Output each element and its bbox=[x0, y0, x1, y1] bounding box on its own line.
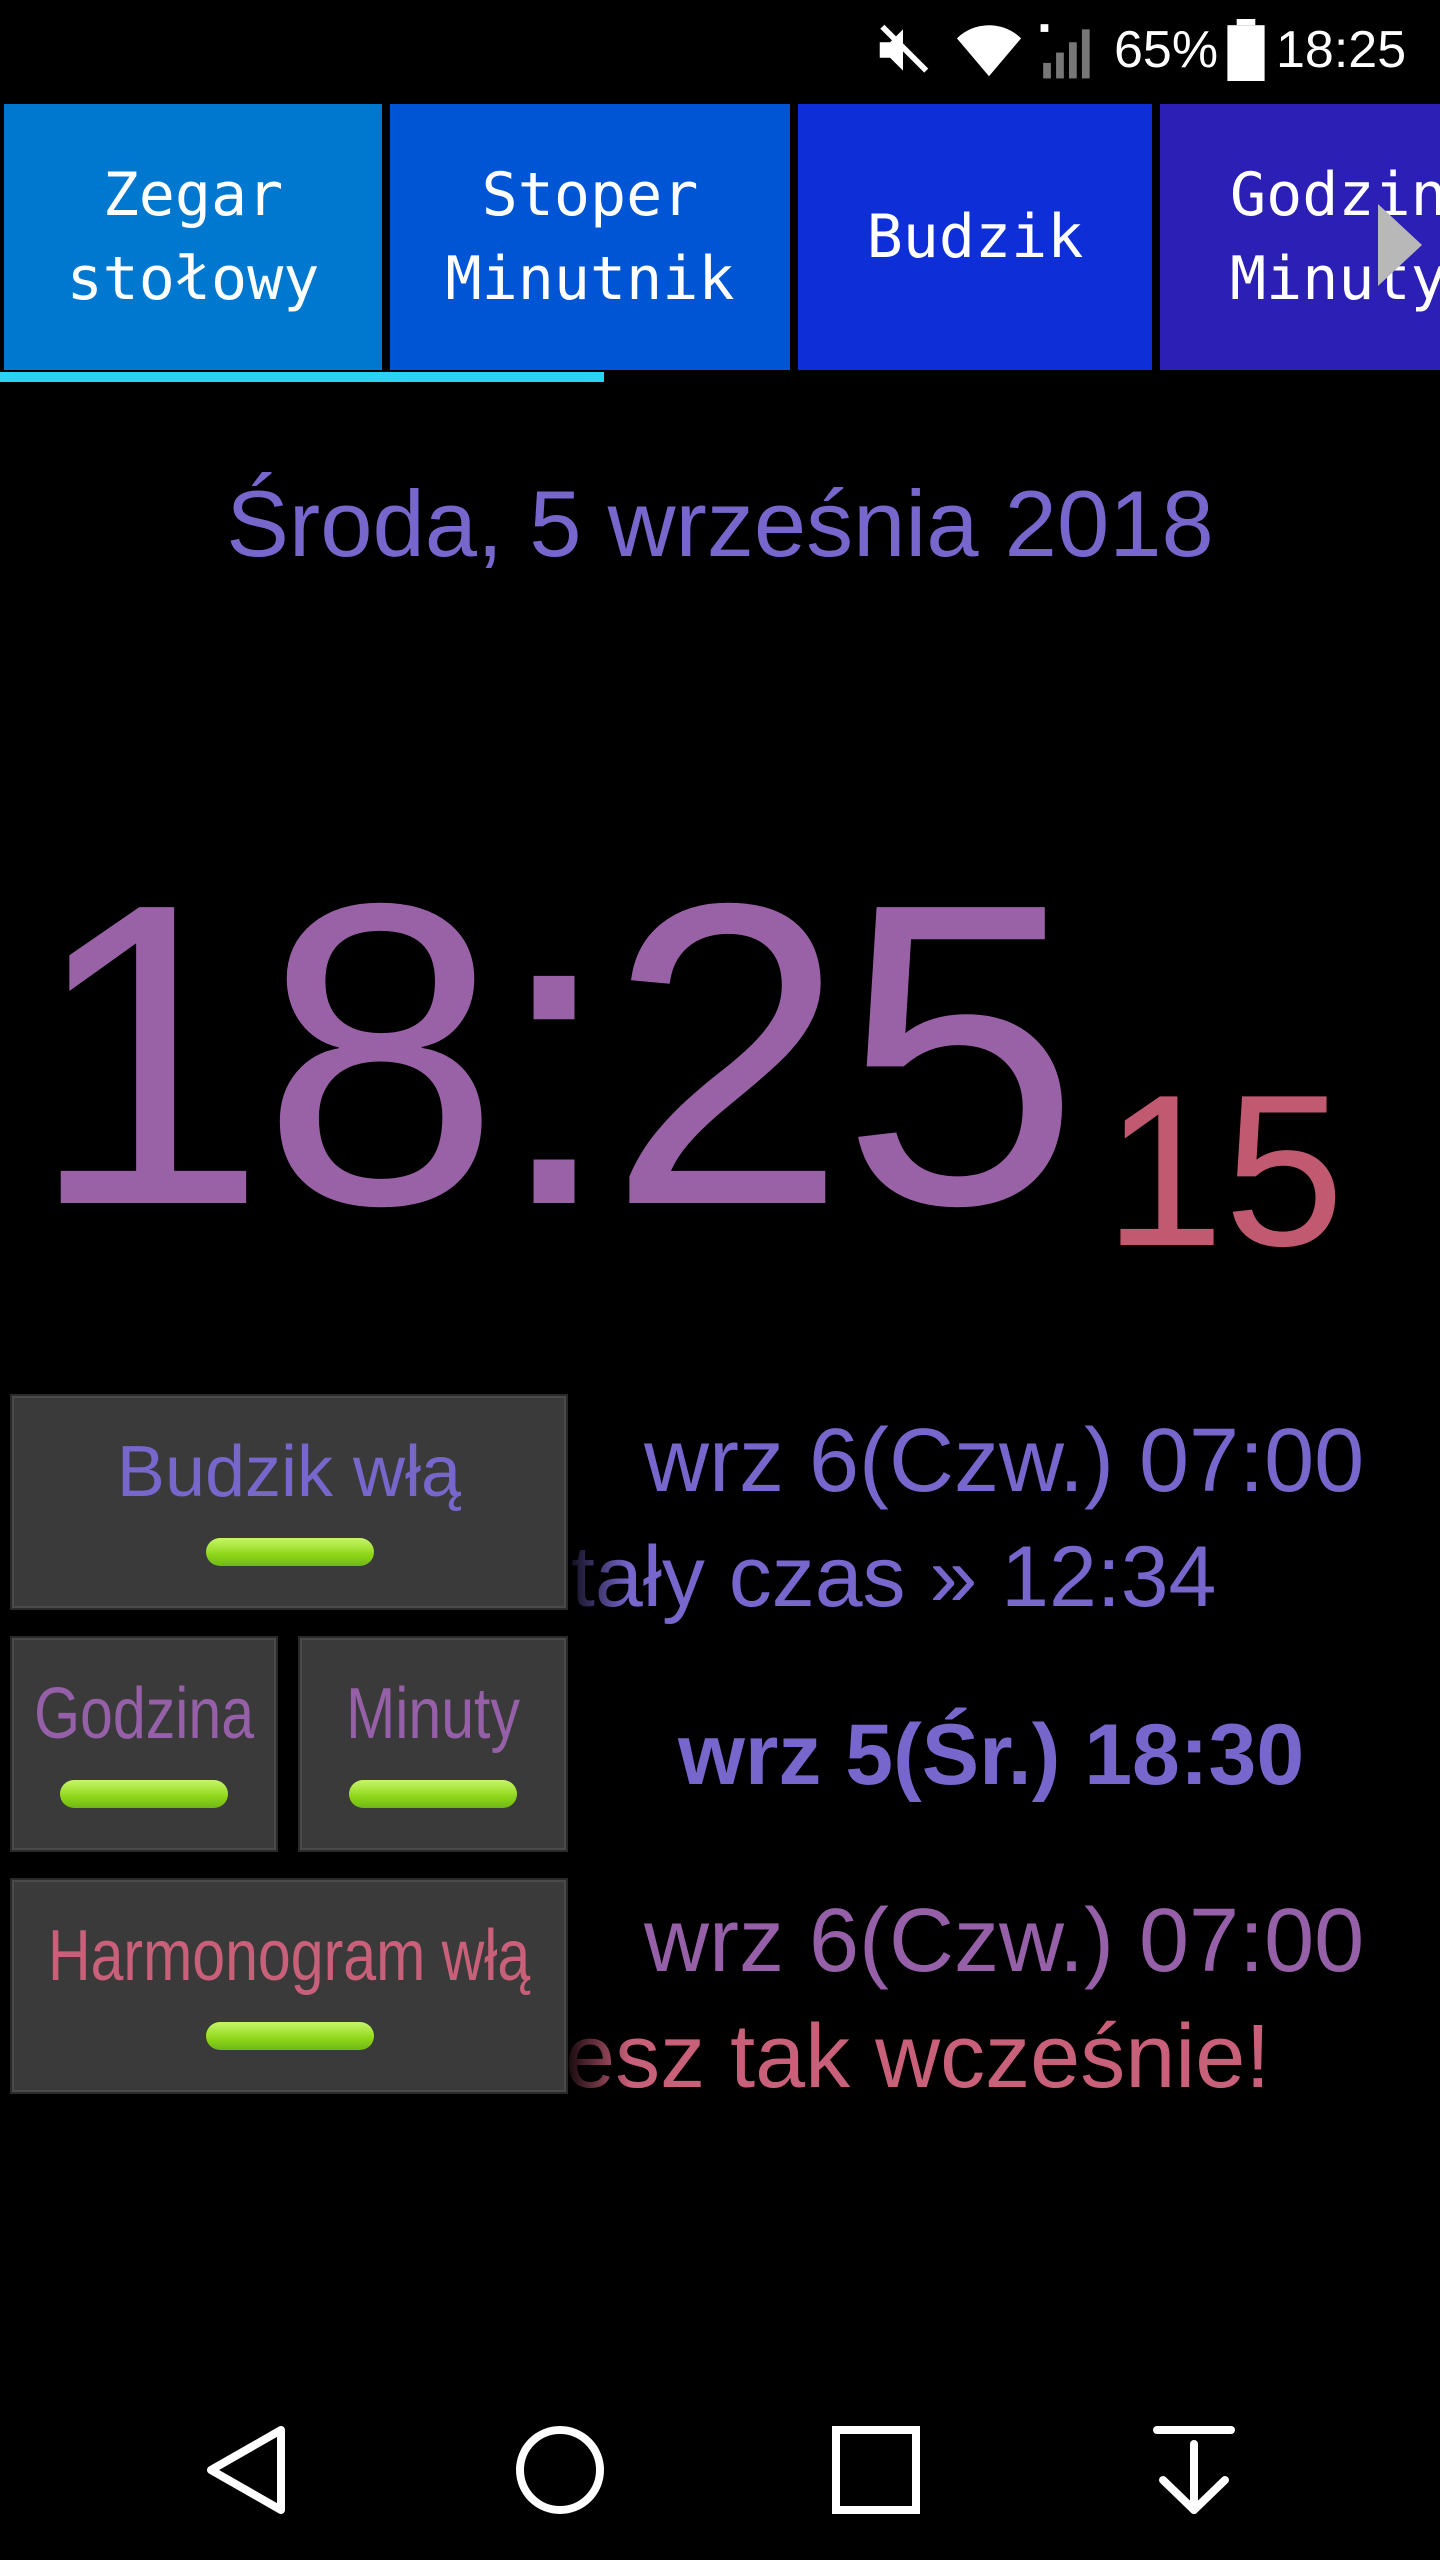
schedule-next-line: wrz 6(Czw.) 07:00 bbox=[560, 1886, 1440, 1996]
alarm-next-line: wrz 6(Czw.) 07:00 bbox=[560, 1406, 1440, 1516]
recents-icon[interactable] bbox=[786, 2380, 966, 2560]
schedule-toggle-label: Harmonogram włą bbox=[47, 1916, 531, 1996]
schedule-toggle-button[interactable]: Harmonogram włą bbox=[10, 1878, 568, 2094]
tab-indicator bbox=[0, 372, 604, 382]
custom-time-line: wrz 5(Śr.) 18:30 bbox=[560, 1700, 1440, 1810]
battery-icon bbox=[1226, 0, 1266, 100]
tab-desk-clock[interactable]: Zegar stołowy bbox=[4, 104, 382, 370]
minute-indicator bbox=[349, 1780, 517, 1808]
battery-percent: 65% bbox=[1114, 21, 1219, 79]
date-label: Środa, 5 września 2018 bbox=[226, 471, 1214, 576]
text-fade bbox=[560, 2002, 630, 2112]
back-icon[interactable] bbox=[156, 2380, 336, 2560]
tab-bar: Zegar stołowy Stoper Minutnik Budzik God… bbox=[0, 100, 1440, 390]
alarm-toggle-button[interactable]: Budzik włą bbox=[10, 1394, 568, 1610]
schedule-on-indicator bbox=[206, 2022, 374, 2050]
text-fade bbox=[560, 1522, 630, 1632]
clock-time: 18:25 bbox=[28, 815, 1080, 1295]
scroll-right-icon[interactable] bbox=[1376, 200, 1426, 294]
custom-time-text: wrz 5(Śr.) 18:30 bbox=[678, 1707, 1305, 1803]
alarm-fixed-text: stały czas » 12:34 bbox=[560, 1529, 1217, 1625]
alarm-toggle-label: Budzik włą bbox=[116, 1432, 462, 1512]
alarm-next-text: wrz 6(Czw.) 07:00 bbox=[644, 1411, 1365, 1511]
navigation-bar bbox=[0, 2380, 1440, 2560]
status-time: 18:25 bbox=[1276, 21, 1407, 79]
screen: 65% 18:25 Zegar stołowy Stoper Minutnik … bbox=[0, 0, 1440, 2560]
alarm-fixed-line: stały czas » 12:34 bbox=[560, 1522, 1440, 1632]
hour-button[interactable]: Godzina bbox=[10, 1636, 278, 1852]
tab-stopwatch-timer[interactable]: Stoper Minutnik bbox=[390, 104, 790, 370]
status-bar: 65% 18:25 bbox=[0, 0, 1440, 100]
schedule-message-line: wstajesz tak wcześnie! bbox=[560, 2002, 1440, 2112]
signal-icon bbox=[1038, 0, 1100, 100]
tab-alarm[interactable]: Budzik bbox=[798, 104, 1152, 370]
wifi-icon bbox=[954, 0, 1024, 100]
minute-button[interactable]: Minuty bbox=[298, 1636, 568, 1852]
clock-seconds: 15 bbox=[1104, 1049, 1345, 1291]
hour-indicator bbox=[60, 1780, 228, 1808]
alarm-on-indicator bbox=[206, 1538, 374, 1566]
home-icon[interactable] bbox=[470, 2380, 650, 2560]
schedule-message-text: wstajesz tak wcześnie! bbox=[560, 2007, 1271, 2107]
hour-button-label: Godzina bbox=[34, 1674, 254, 1754]
schedule-next-text: wrz 6(Czw.) 07:00 bbox=[644, 1891, 1365, 1991]
download-icon[interactable] bbox=[1104, 2380, 1284, 2560]
minute-button-label: Minuty bbox=[346, 1674, 520, 1754]
mute-icon bbox=[872, 0, 934, 100]
